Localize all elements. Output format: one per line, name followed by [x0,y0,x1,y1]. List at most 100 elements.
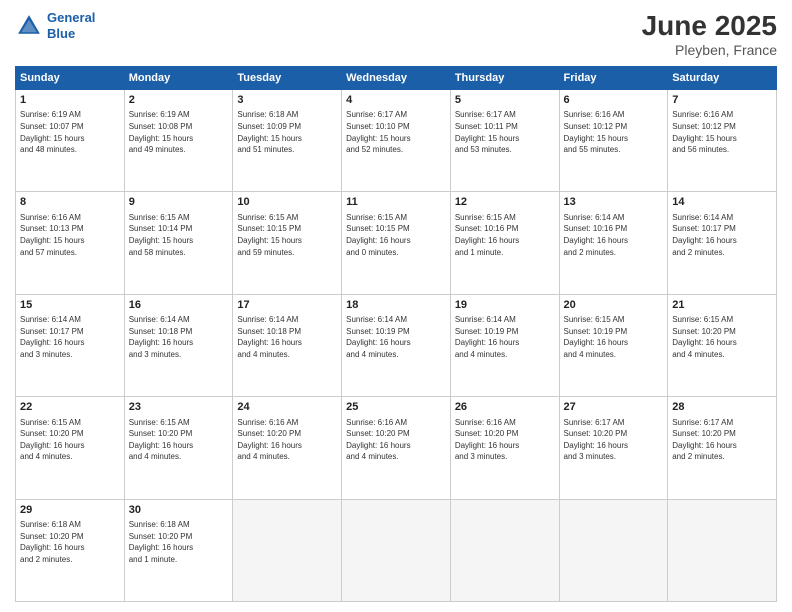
calendar-cell: 20Sunrise: 6:15 AM Sunset: 10:19 PM Dayl… [559,294,668,396]
day-number: 21 [672,298,772,313]
logo-icon [15,12,43,40]
day-number: 9 [129,195,229,210]
day-info: Sunrise: 6:15 AM Sunset: 10:15 PM Daylig… [346,212,446,258]
day-info: Sunrise: 6:14 AM Sunset: 10:18 PM Daylig… [237,314,337,360]
calendar-cell: 9 Sunrise: 6:15 AM Sunset: 10:14 PM Dayli… [124,192,233,294]
title-area: June 2025 Pleyben, France [642,10,777,58]
day-number: 20 [564,298,664,313]
day-info: Sunrise: 6:16 AM Sunset: 10:20 PM Daylig… [346,417,446,463]
day-info: Sunrise: 6:15 AM Sunset: 10:20 PM Daylig… [129,417,229,463]
logo-text: General Blue [47,10,95,41]
calendar-cell: 7Sunrise: 6:16 AM Sunset: 10:12 PM Dayli… [668,90,777,192]
calendar-cell: 4Sunrise: 6:17 AM Sunset: 10:10 PM Dayli… [342,90,451,192]
day-number: 10 [237,195,337,210]
col-header-wednesday: Wednesday [342,67,451,90]
calendar-cell: 14 Sunrise: 6:14 AM Sunset: 10:17 PM Dayl… [668,192,777,294]
col-header-saturday: Saturday [668,67,777,90]
day-info: Sunrise: 6:15 AM Sunset: 10:15 PM Daylig… [237,212,337,258]
page: General Blue June 2025 Pleyben, France S… [0,0,792,612]
calendar-cell: 26Sunrise: 6:16 AM Sunset: 10:20 PM Dayl… [450,397,559,499]
day-number: 24 [237,400,337,415]
day-info: Sunrise: 6:16 AM Sunset: 10:20 PM Daylig… [455,417,555,463]
day-number: 2 [129,93,229,108]
calendar-cell [450,499,559,601]
logo: General Blue [15,10,95,41]
calendar-cell: 8 Sunrise: 6:16 AM Sunset: 10:13 PM Dayli… [16,192,125,294]
calendar-cell: 23 Sunrise: 6:15 AM Sunset: 10:20 PM Dayl… [124,397,233,499]
col-header-thursday: Thursday [450,67,559,90]
day-number: 25 [346,400,446,415]
day-info: Sunrise: 6:15 AM Sunset: 10:14 PM Daylig… [129,212,229,258]
day-info: Sunrise: 6:14 AM Sunset: 10:17 PM Daylig… [20,314,120,360]
day-number: 15 [20,298,120,313]
day-number: 12 [455,195,555,210]
day-number: 19 [455,298,555,313]
calendar-cell: 12 Sunrise: 6:15 AM Sunset: 10:16 PM Dayl… [450,192,559,294]
day-info: Sunrise: 6:14 AM Sunset: 10:17 PM Daylig… [672,212,772,258]
day-number: 13 [564,195,664,210]
calendar-cell: 19Sunrise: 6:14 AM Sunset: 10:19 PM Dayl… [450,294,559,396]
calendar-cell: 3Sunrise: 6:18 AM Sunset: 10:09 PM Dayli… [233,90,342,192]
logo-line2: Blue [47,26,75,41]
day-info: Sunrise: 6:16 AM Sunset: 10:20 PM Daylig… [237,417,337,463]
day-number: 11 [346,195,446,210]
day-number: 8 [20,195,120,210]
day-info: Sunrise: 6:16 AM Sunset: 10:12 PM Daylig… [564,109,664,155]
main-title: June 2025 [642,10,777,42]
logo-line1: General [47,10,95,25]
day-info: Sunrise: 6:17 AM Sunset: 10:11 PM Daylig… [455,109,555,155]
day-number: 29 [20,503,120,518]
calendar-week-5: 29Sunrise: 6:18 AM Sunset: 10:20 PM Dayl… [16,499,777,601]
calendar-table: SundayMondayTuesdayWednesdayThursdayFrid… [15,66,777,602]
day-info: Sunrise: 6:14 AM Sunset: 10:19 PM Daylig… [455,314,555,360]
day-info: Sunrise: 6:14 AM Sunset: 10:16 PM Daylig… [564,212,664,258]
day-info: Sunrise: 6:16 AM Sunset: 10:12 PM Daylig… [672,109,772,155]
header: General Blue June 2025 Pleyben, France [15,10,777,58]
day-number: 16 [129,298,229,313]
calendar-cell [559,499,668,601]
sub-title: Pleyben, France [642,42,777,58]
day-info: Sunrise: 6:15 AM Sunset: 10:20 PM Daylig… [20,417,120,463]
calendar-cell: 28Sunrise: 6:17 AM Sunset: 10:20 PM Dayl… [668,397,777,499]
col-header-tuesday: Tuesday [233,67,342,90]
col-header-monday: Monday [124,67,233,90]
calendar-week-1: 1Sunrise: 6:19 AM Sunset: 10:07 PM Dayli… [16,90,777,192]
calendar-cell: 24 Sunrise: 6:16 AM Sunset: 10:20 PM Dayl… [233,397,342,499]
calendar-week-4: 22Sunrise: 6:15 AM Sunset: 10:20 PM Dayl… [16,397,777,499]
day-number: 14 [672,195,772,210]
day-info: Sunrise: 6:15 AM Sunset: 10:19 PM Daylig… [564,314,664,360]
day-number: 4 [346,93,446,108]
calendar-cell: 5Sunrise: 6:17 AM Sunset: 10:11 PM Dayli… [450,90,559,192]
calendar-cell: 25 Sunrise: 6:16 AM Sunset: 10:20 PM Dayl… [342,397,451,499]
calendar-cell: 30Sunrise: 6:18 AM Sunset: 10:20 PM Dayl… [124,499,233,601]
calendar-cell: 27Sunrise: 6:17 AM Sunset: 10:20 PM Dayl… [559,397,668,499]
calendar-week-3: 15Sunrise: 6:14 AM Sunset: 10:17 PM Dayl… [16,294,777,396]
day-info: Sunrise: 6:16 AM Sunset: 10:13 PM Daylig… [20,212,120,258]
day-number: 5 [455,93,555,108]
calendar-cell: 1Sunrise: 6:19 AM Sunset: 10:07 PM Dayli… [16,90,125,192]
calendar-header-row: SundayMondayTuesdayWednesdayThursdayFrid… [16,67,777,90]
day-info: Sunrise: 6:18 AM Sunset: 10:20 PM Daylig… [20,519,120,565]
day-number: 27 [564,400,664,415]
calendar-cell: 29Sunrise: 6:18 AM Sunset: 10:20 PM Dayl… [16,499,125,601]
calendar-cell [668,499,777,601]
day-info: Sunrise: 6:19 AM Sunset: 10:07 PM Daylig… [20,109,120,155]
calendar-cell [342,499,451,601]
calendar-cell: 15Sunrise: 6:14 AM Sunset: 10:17 PM Dayl… [16,294,125,396]
day-info: Sunrise: 6:18 AM Sunset: 10:20 PM Daylig… [129,519,229,565]
calendar-cell: 2Sunrise: 6:19 AM Sunset: 10:08 PM Dayli… [124,90,233,192]
calendar-cell: 18Sunrise: 6:14 AM Sunset: 10:19 PM Dayl… [342,294,451,396]
day-info: Sunrise: 6:14 AM Sunset: 10:19 PM Daylig… [346,314,446,360]
day-number: 3 [237,93,337,108]
calendar-week-2: 8 Sunrise: 6:16 AM Sunset: 10:13 PM Dayli… [16,192,777,294]
calendar-cell: 13 Sunrise: 6:14 AM Sunset: 10:16 PM Dayl… [559,192,668,294]
day-number: 23 [129,400,229,415]
day-number: 7 [672,93,772,108]
day-number: 30 [129,503,229,518]
calendar-cell: 11 Sunrise: 6:15 AM Sunset: 10:15 PM Dayl… [342,192,451,294]
col-header-friday: Friday [559,67,668,90]
calendar-cell: 22Sunrise: 6:15 AM Sunset: 10:20 PM Dayl… [16,397,125,499]
day-info: Sunrise: 6:15 AM Sunset: 10:16 PM Daylig… [455,212,555,258]
col-header-sunday: Sunday [16,67,125,90]
calendar-cell: 6Sunrise: 6:16 AM Sunset: 10:12 PM Dayli… [559,90,668,192]
